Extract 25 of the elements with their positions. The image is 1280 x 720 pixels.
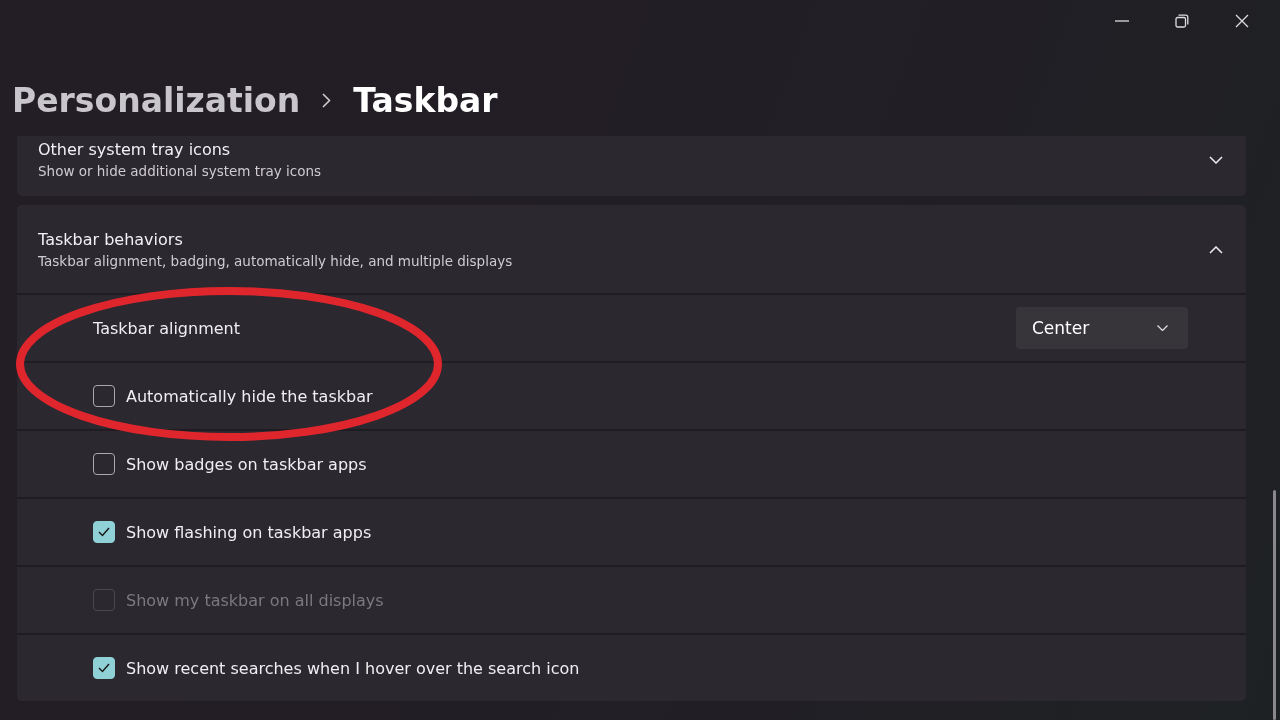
- checkmark-icon: [98, 663, 110, 673]
- chevron-down-icon: [1209, 155, 1223, 164]
- page-title: Taskbar: [353, 80, 498, 120]
- minimize-icon: [1115, 20, 1129, 22]
- checkbox-label: Show flashing on taskbar apps: [126, 522, 372, 542]
- chevron-down-icon: [1157, 325, 1168, 331]
- checkbox-label: Show badges on taskbar apps: [126, 454, 367, 474]
- section-title: Other system tray icons: [38, 139, 232, 159]
- section-title: Taskbar behaviors: [38, 229, 184, 249]
- section-subtitle: Show or hide additional system tray icons: [38, 162, 322, 179]
- alignment-dropdown[interactable]: Center: [1016, 307, 1188, 349]
- chevron-up-icon: [1209, 245, 1223, 254]
- scrollbar[interactable]: [1273, 490, 1276, 720]
- setting-label: Taskbar alignment: [93, 318, 240, 338]
- section-subtitle: Taskbar alignment, badging, automatically hide, and multiple displays: [38, 252, 513, 269]
- checkbox[interactable]: [93, 385, 115, 407]
- checkbox-label: Automatically hide the taskbar: [126, 386, 373, 406]
- checkbox-label: Show recent searches when I hover over the search icon: [126, 658, 580, 678]
- checkbox-label: Show my taskbar on all displays: [126, 590, 384, 610]
- checkbox[interactable]: [93, 453, 115, 475]
- breadcrumb-parent[interactable]: Personalization: [12, 80, 301, 120]
- close-icon: [1235, 14, 1249, 28]
- breadcrumb-chevron-icon: [322, 92, 332, 108]
- checkmark-icon: [98, 527, 110, 537]
- restore-icon: [1175, 14, 1189, 28]
